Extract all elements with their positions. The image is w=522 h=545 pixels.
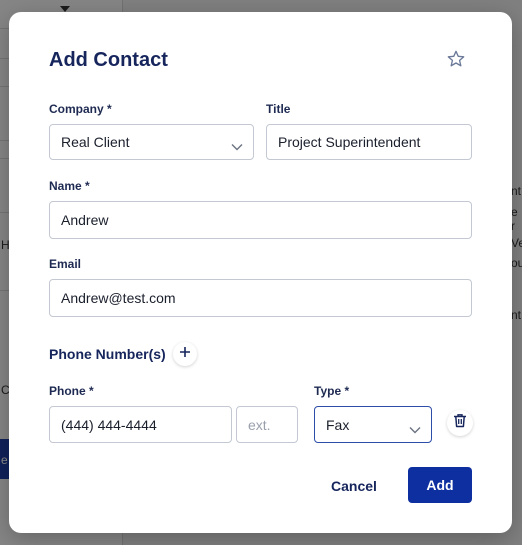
phone-number-value: (444) 444-4444: [61, 416, 157, 433]
phone-type-select[interactable]: Fax: [314, 406, 432, 443]
dialog-title: Add Contact: [49, 49, 168, 71]
email-label: Email: [49, 257, 82, 271]
plus-icon: [179, 345, 191, 363]
phone-numbers-heading: Phone Number(s): [49, 346, 166, 362]
title-value: Project Superintendent: [278, 134, 421, 150]
title-input[interactable]: Project Superintendent: [266, 124, 472, 160]
chevron-down-icon: [231, 138, 243, 151]
phone-number-input[interactable]: (444) 444-4444: [49, 406, 232, 443]
email-value: Andrew@test.com: [61, 290, 176, 306]
phone-type-value: Fax: [326, 416, 350, 433]
delete-phone-button[interactable]: [447, 410, 473, 436]
name-value: Andrew: [61, 212, 109, 228]
cancel-button[interactable]: Cancel: [324, 471, 384, 501]
email-input[interactable]: Andrew@test.com: [49, 279, 472, 317]
company-select[interactable]: Real Client: [49, 124, 254, 160]
add-button[interactable]: Add: [408, 467, 472, 503]
name-input[interactable]: Andrew: [49, 201, 472, 239]
company-value: Real Client: [61, 134, 130, 150]
favorite-button[interactable]: [444, 49, 468, 73]
type-label: Type *: [314, 384, 350, 398]
add-phone-button[interactable]: [173, 342, 197, 366]
phone-ext-input[interactable]: ext.: [236, 406, 298, 443]
company-label: Company *: [49, 102, 112, 116]
chevron-down-icon: [409, 421, 421, 433]
add-contact-dialog: Add Contact Company * Real Client Title …: [9, 12, 512, 533]
phone-label: Phone *: [49, 384, 94, 398]
title-label: Title: [266, 102, 291, 116]
name-label: Name *: [49, 179, 90, 193]
trash-icon: [453, 413, 467, 433]
phone-ext-placeholder: ext.: [248, 416, 271, 433]
star-outline-icon: [446, 49, 466, 74]
